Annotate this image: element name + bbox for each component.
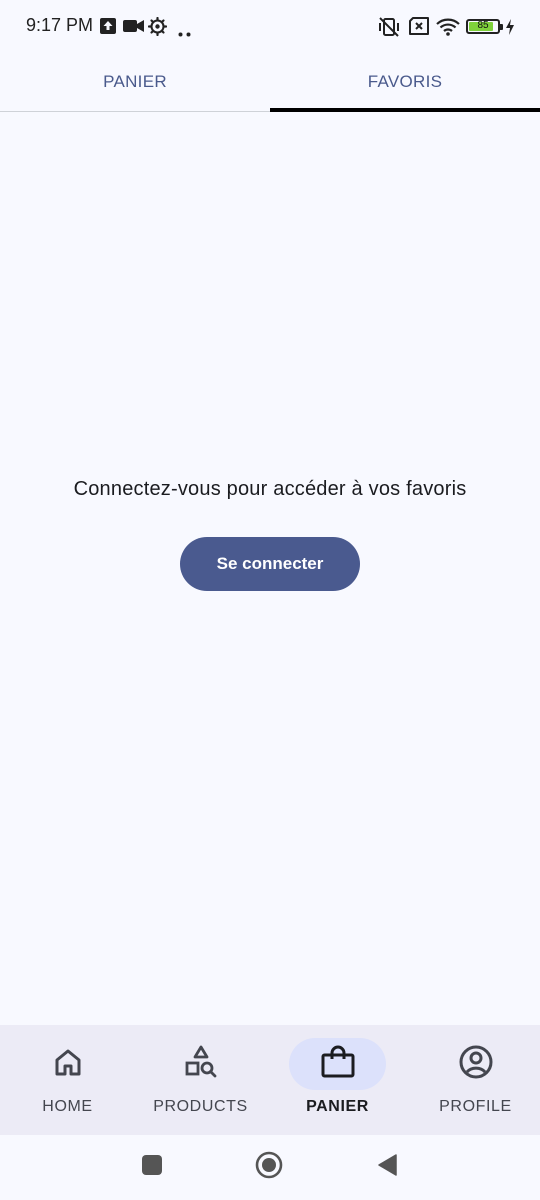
nav-label-profile: PROFILE [439,1098,512,1115]
upload-icon [99,17,117,40]
recents-button[interactable] [137,1152,167,1182]
settings-icon [147,16,168,41]
back-button[interactable] [372,1152,402,1182]
nav-label-home: HOME [42,1098,93,1115]
nav-label-products: PRODUCTS [153,1098,248,1115]
nav-icon-container-active [289,1038,386,1090]
status-bar: 9:17 PM 85 [0,0,540,52]
home-icon [52,1046,84,1083]
login-button[interactable]: Se connecter [180,537,360,591]
tab-panier[interactable]: PANIER [0,52,270,112]
login-prompt-message: Connectez-vous pour accéder à vos favori… [73,478,467,500]
nav-item-panier[interactable]: PANIER [270,1025,405,1135]
no-sim-icon [408,17,430,40]
system-nav-bar [0,1135,540,1200]
home-system-button[interactable] [254,1151,284,1184]
status-time: 9:17 PM [26,15,94,35]
profile-icon [458,1044,494,1085]
more-dots-icon [178,24,192,42]
bottom-nav: HOME PRODUCTS PANIER PROFILE [0,1025,540,1135]
nav-item-products[interactable]: PRODUCTS [133,1025,268,1135]
nav-icon-container [152,1038,249,1090]
products-icon [183,1044,219,1085]
battery-icon: 85 [466,19,500,34]
home-circle-icon [255,1151,283,1184]
nav-icon-container [19,1038,116,1090]
tab-favoris[interactable]: FAVORIS [270,52,540,112]
nav-icon-container [427,1038,524,1090]
vibrate-off-icon [377,16,401,43]
tab-bar: PANIER FAVORIS [0,52,540,112]
video-camera-icon [123,19,145,38]
battery-level: 85 [477,20,489,31]
nav-item-home[interactable]: HOME [0,1025,135,1135]
shopping-bag-icon [320,1044,356,1085]
battery-cap [500,24,503,30]
nav-item-profile[interactable]: PROFILE [408,1025,540,1135]
nav-label-panier: PANIER [306,1098,369,1115]
wifi-icon [436,18,460,41]
charging-icon [505,19,515,40]
recents-icon [141,1154,163,1181]
tab-indicator [270,108,540,112]
back-icon [375,1153,399,1182]
